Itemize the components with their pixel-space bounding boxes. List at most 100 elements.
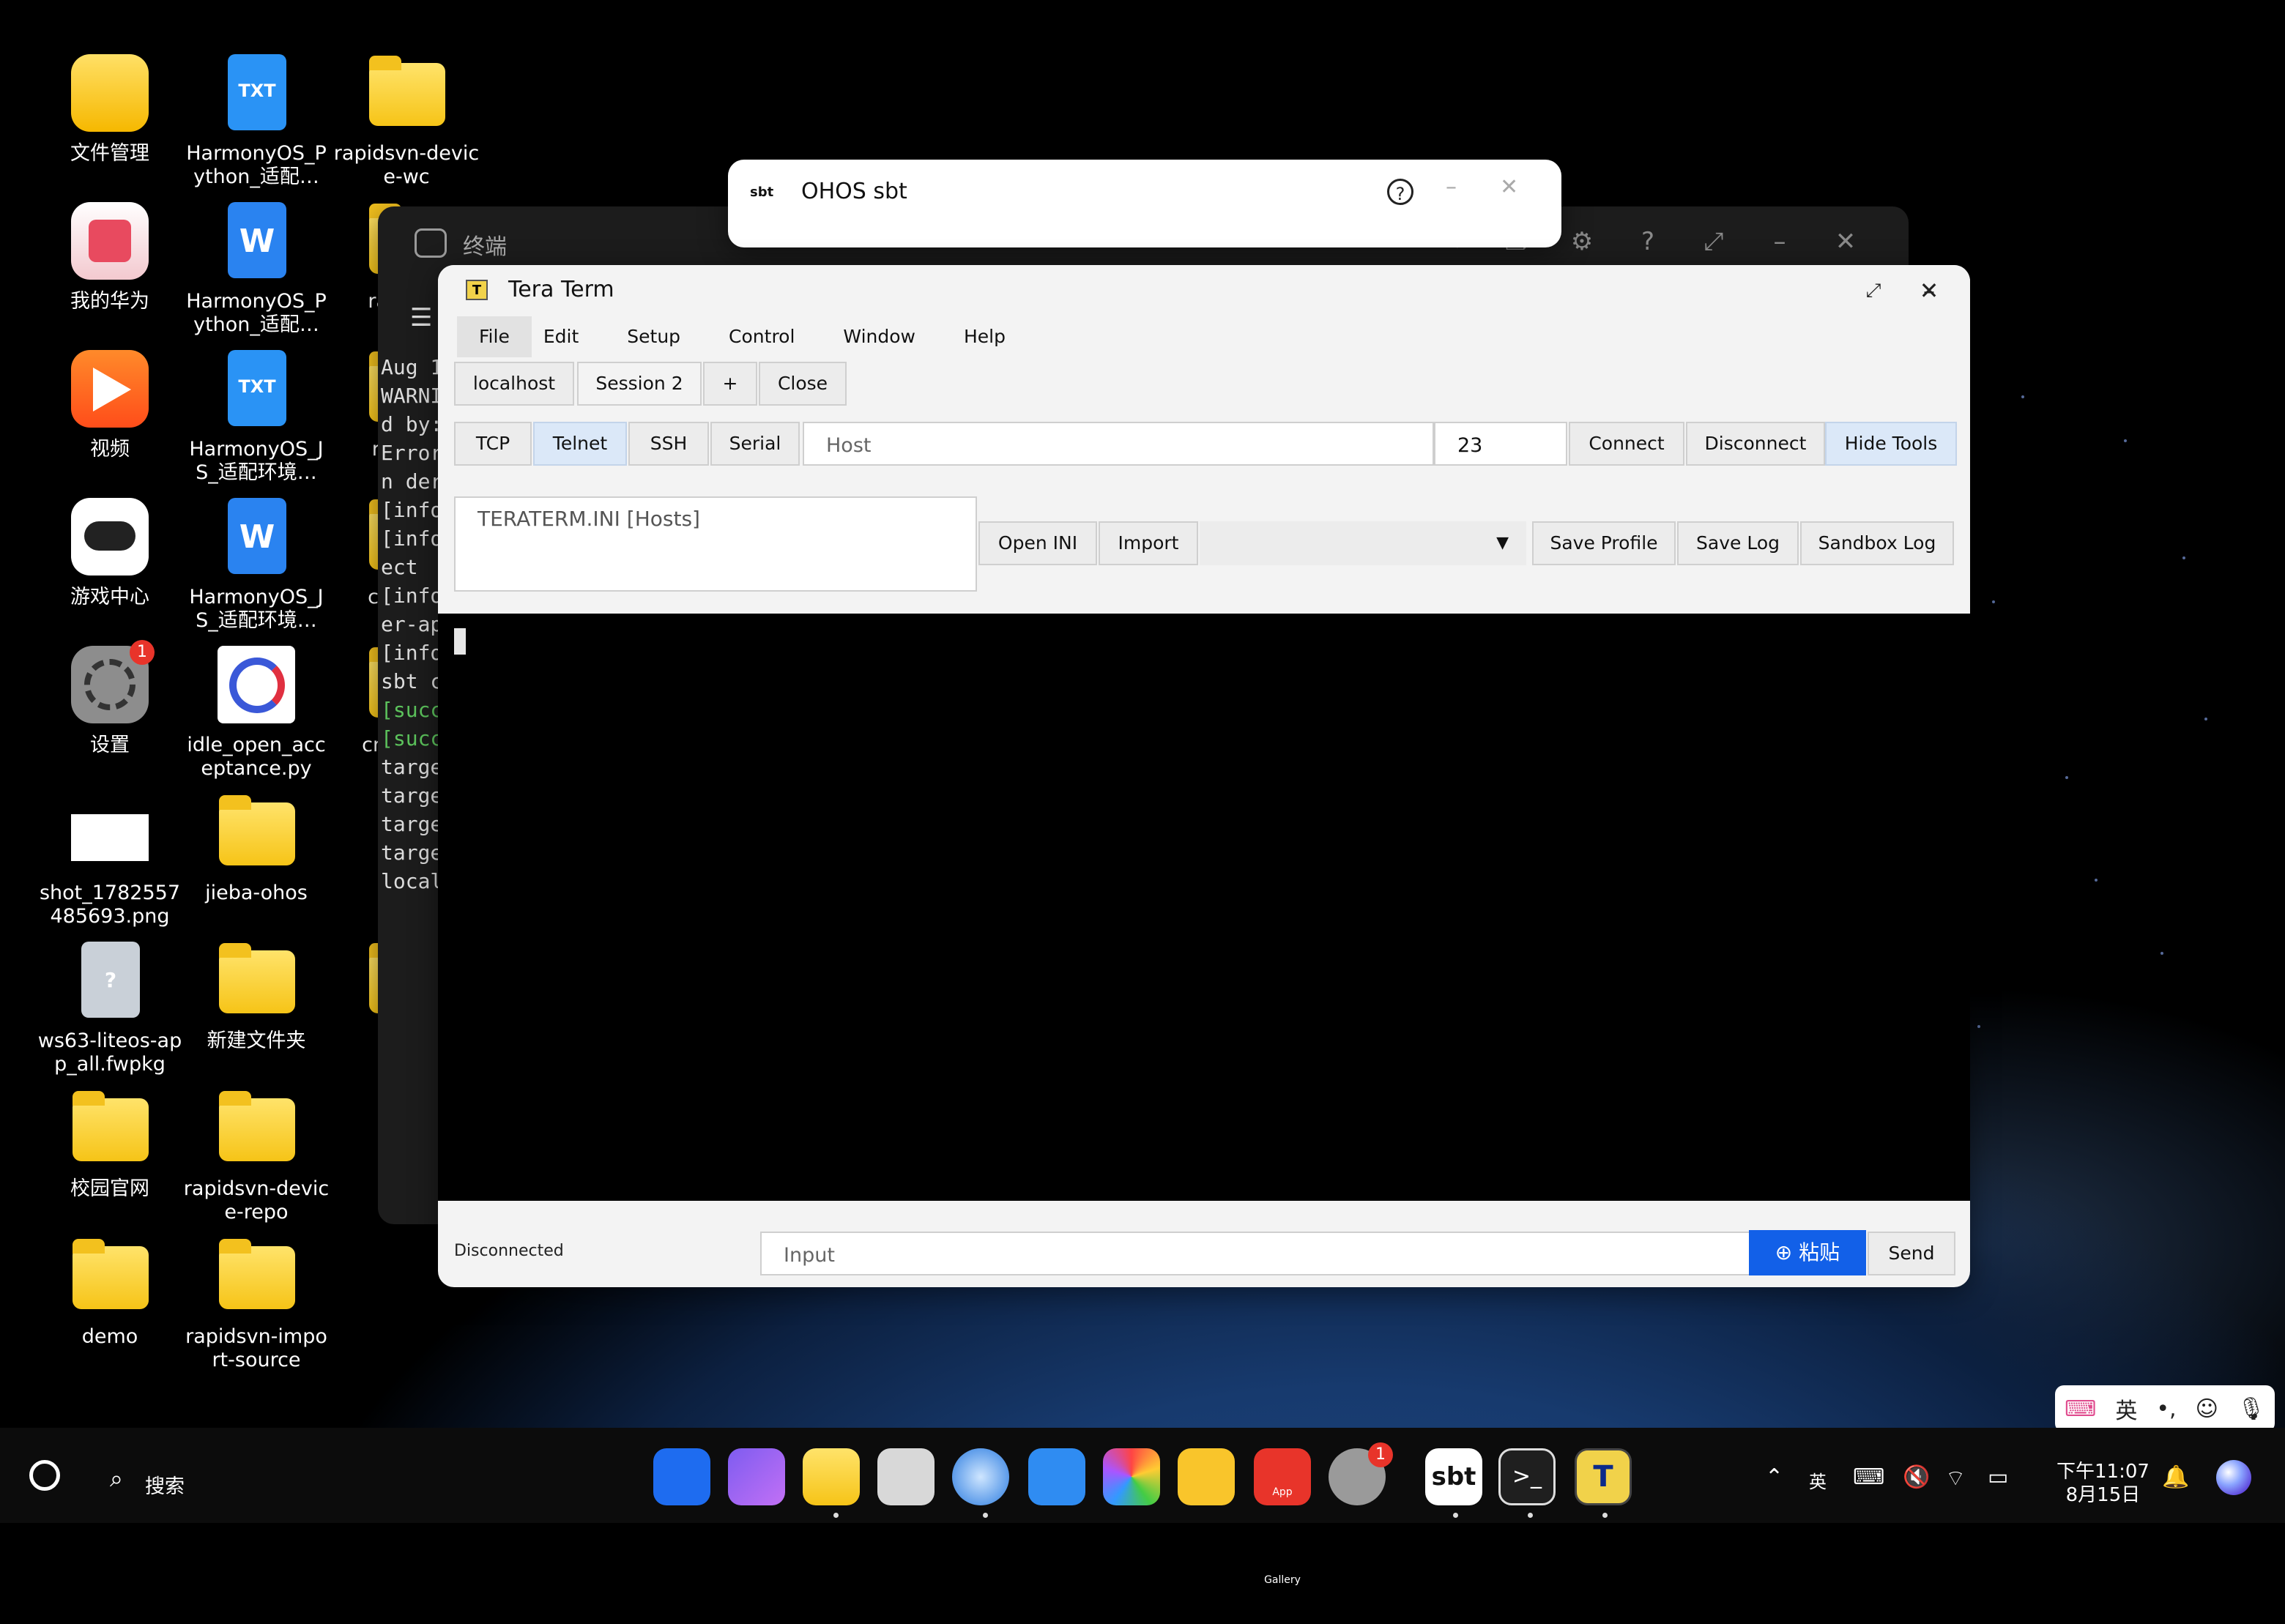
- profile-select[interactable]: ▼: [1200, 521, 1526, 565]
- teraterm-app-icon[interactable]: T: [1575, 1448, 1632, 1505]
- notification-bell-icon[interactable]: 🔔: [2162, 1464, 2189, 1490]
- sbt-app-icon[interactable]: sbt: [1425, 1448, 1482, 1505]
- terminal-app-icon[interactable]: >_: [1498, 1448, 1556, 1505]
- open-ini-button[interactable]: Open INI: [978, 521, 1097, 565]
- battery-icon[interactable]: ▭: [1988, 1464, 2008, 1490]
- desktop-icon[interactable]: ? ws63-liteos-app_all.fwpkg: [37, 940, 183, 1076]
- protocol-telnet-button[interactable]: Telnet: [533, 422, 627, 466]
- desktop-icon[interactable]: 1 设置: [37, 640, 183, 757]
- connect-button[interactable]: Connect: [1569, 422, 1684, 466]
- desktop-icon[interactable]: 游戏中心: [37, 496, 183, 609]
- desktop-icon[interactable]: 校园官网: [37, 1088, 183, 1201]
- desktop-icon[interactable]: TXT HarmonyOS_Python_适配…: [183, 53, 330, 189]
- emoji-icon[interactable]: ☺: [2196, 1396, 2218, 1422]
- photos-icon[interactable]: [1103, 1448, 1160, 1505]
- notes-icon[interactable]: [1178, 1448, 1235, 1505]
- save-profile-button[interactable]: Save Profile: [1532, 521, 1676, 565]
- session-tab-localhost[interactable]: localhost: [454, 362, 574, 406]
- microphone-icon[interactable]: 🎙: [2237, 1396, 2265, 1422]
- disconnect-button[interactable]: Disconnect: [1686, 422, 1825, 466]
- desktop-icon-label: shot_1782557485693.png: [39, 882, 181, 928]
- help-icon[interactable]: ?: [1387, 179, 1413, 205]
- app-grid-icon[interactable]: [653, 1448, 710, 1505]
- help-icon[interactable]: ?: [1632, 226, 1664, 258]
- close-icon[interactable]: ✕: [1911, 274, 1947, 308]
- gear-icon[interactable]: ⚙: [1566, 226, 1598, 258]
- ime-lang-toggle[interactable]: 英: [2115, 1393, 2137, 1425]
- desktop-icon[interactable]: rapidsvn-import-source: [183, 1236, 330, 1372]
- ini-textarea[interactable]: TERATERM.INI [Hosts]: [454, 496, 977, 592]
- protocol-tcp-button[interactable]: TCP: [454, 422, 532, 466]
- browser-icon[interactable]: [952, 1448, 1009, 1505]
- terminal-screen[interactable]: [438, 614, 1970, 1201]
- close-icon[interactable]: ✕: [1829, 226, 1862, 258]
- close-session-button[interactable]: Close: [759, 362, 847, 406]
- ime-lang-indicator[interactable]: 英: [1809, 1467, 1827, 1493]
- desktop-icon[interactable]: rapidsvn-device-repo: [183, 1088, 330, 1224]
- app-gallery-icon[interactable]: App Gallery: [1254, 1448, 1311, 1586]
- host-input[interactable]: Host: [803, 422, 1434, 466]
- sandbox-log-button[interactable]: Sandbox Log: [1800, 521, 1954, 565]
- menu-window[interactable]: Window: [814, 316, 935, 357]
- protocol-ssh-button[interactable]: SSH: [628, 422, 709, 466]
- sbt-window[interactable]: sbt OHOS sbt ? – ✕: [728, 160, 1561, 247]
- add-session-button[interactable]: +: [703, 362, 757, 406]
- trash-icon[interactable]: [877, 1448, 935, 1505]
- file-manager-icon[interactable]: [803, 1448, 860, 1505]
- chevron-up-icon[interactable]: ⌃: [1765, 1464, 1783, 1490]
- search-icon[interactable]: ⌕: [110, 1464, 123, 1493]
- menu-help[interactable]: Help: [935, 316, 1025, 357]
- desktop-icon[interactable]: jieba-ohos: [183, 792, 330, 905]
- session-tab-session-2[interactable]: Session 2: [577, 362, 702, 406]
- hide-tools-button[interactable]: Hide Tools: [1825, 422, 1957, 466]
- close-icon[interactable]: ✕: [1500, 174, 1518, 200]
- desktop-icon[interactable]: shot_1782557485693.png: [37, 792, 183, 928]
- keyboard-icon[interactable]: ⌨: [2065, 1396, 2096, 1422]
- volume-muted-icon[interactable]: 🔇: [1903, 1464, 1930, 1490]
- desktop-icon[interactable]: 新建文件夹: [183, 940, 330, 1053]
- mail-icon[interactable]: [1028, 1448, 1085, 1505]
- desktop-icon[interactable]: idle_open_acceptance.py: [183, 644, 330, 781]
- protocol-serial-button[interactable]: Serial: [710, 422, 800, 466]
- desktop-icon[interactable]: rapidsvn-device-wc: [333, 53, 480, 189]
- ime-punct-toggle[interactable]: •,: [2156, 1396, 2176, 1422]
- menu-file[interactable]: File: [457, 316, 532, 357]
- desktop-icon-label: HarmonyOS_Python_适配…: [186, 142, 327, 188]
- assistant-icon[interactable]: [2216, 1460, 2251, 1495]
- start-button[interactable]: [29, 1460, 60, 1491]
- input-field[interactable]: Input: [760, 1232, 1750, 1275]
- menu-edit[interactable]: Edit: [532, 316, 598, 357]
- desktop-icon-label: HarmonyOS_JS_适配环境…: [189, 586, 324, 632]
- menu-control[interactable]: Control: [699, 316, 814, 357]
- send-button[interactable]: Send: [1868, 1232, 1955, 1275]
- port-input[interactable]: 23: [1434, 422, 1567, 466]
- wifi-icon[interactable]: ⌔: [1945, 1464, 1966, 1492]
- maximize-icon[interactable]: ⤢: [1856, 274, 1891, 308]
- minimize-icon[interactable]: –: [1446, 174, 1457, 200]
- menu-icon[interactable]: ☰: [410, 303, 432, 332]
- desktop-icon[interactable]: 我的华为: [37, 201, 183, 313]
- multitask-icon[interactable]: [728, 1448, 785, 1505]
- minimize-icon[interactable]: –: [1764, 226, 1796, 258]
- import-button[interactable]: Import: [1099, 521, 1198, 565]
- search-label[interactable]: 搜索: [145, 1470, 185, 1499]
- folder-icon: [70, 1088, 150, 1169]
- save-log-button[interactable]: Save Log: [1677, 521, 1799, 565]
- desktop-icon[interactable]: 文件管理: [37, 53, 183, 165]
- settings-icon[interactable]: 1: [1329, 1442, 1393, 1505]
- menu-setup[interactable]: Setup: [598, 316, 699, 357]
- desktop-icon[interactable]: W HarmonyOS_Python_适配…: [183, 201, 330, 337]
- desktop-icon-label: 新建文件夹: [207, 1029, 306, 1052]
- clock[interactable]: 下午11:07 8月15日: [2056, 1460, 2150, 1507]
- desktop-icon[interactable]: TXT HarmonyOS_JS_适配环境…: [183, 349, 330, 485]
- terminal-line: targe: [381, 812, 443, 836]
- paste-button[interactable]: ⊕ 粘贴: [1749, 1230, 1866, 1275]
- keyboard-icon[interactable]: ⌨: [1853, 1464, 1884, 1490]
- maximize-icon[interactable]: ⤢: [1698, 226, 1730, 258]
- desktop-icon[interactable]: 视频: [37, 349, 183, 461]
- desktop-icon[interactable]: W HarmonyOS_JS_适配环境…: [183, 496, 330, 633]
- teraterm-titlebar[interactable]: T Tera Term ⤢ –: [438, 265, 1970, 316]
- teraterm-window[interactable]: T Tera Term ⤢ – ✕ File Edit Setup Control Wi…: [438, 265, 1970, 1287]
- desktop-icon[interactable]: demo: [37, 1236, 183, 1349]
- desktop-icon-label: HarmonyOS_Python_适配…: [186, 290, 327, 336]
